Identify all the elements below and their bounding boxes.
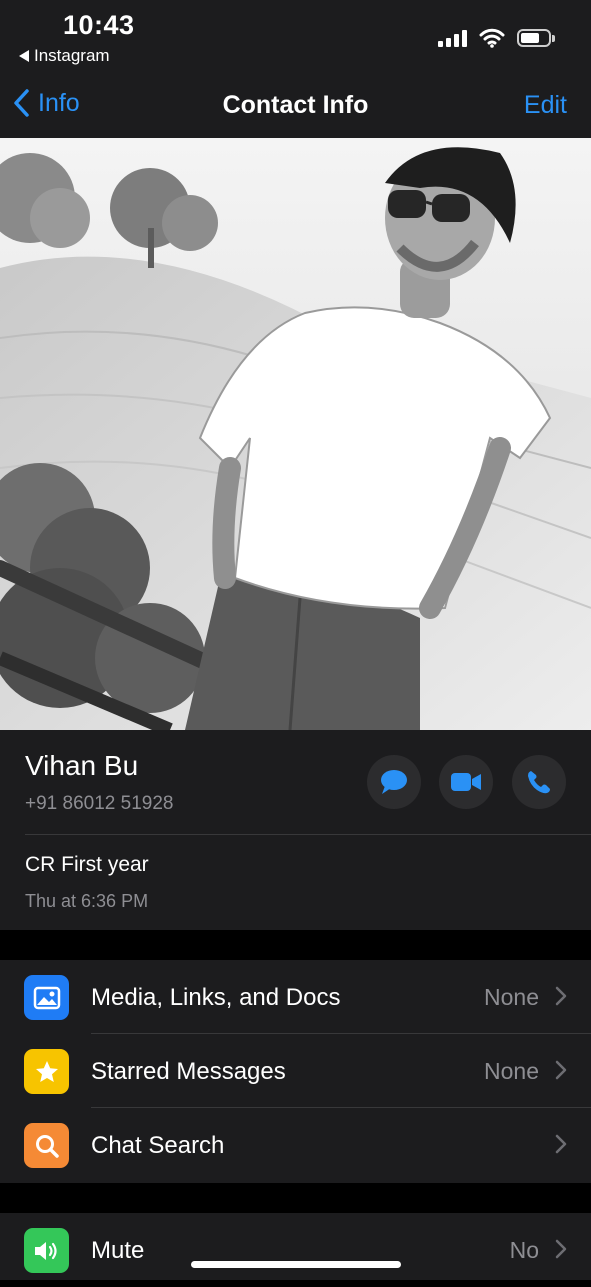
about-status: CR First year [25, 853, 149, 876]
profile-photo-image [0, 138, 591, 730]
message-icon [381, 770, 407, 794]
chevron-right-icon [555, 1060, 567, 1080]
media-links-docs-label: Media, Links, and Docs [91, 984, 341, 1011]
back-app-label: Instagram [34, 46, 110, 65]
video-call-button[interactable] [439, 755, 493, 809]
chat-search-row[interactable]: Chat Search [0, 1108, 591, 1182]
video-call-icon [451, 773, 481, 791]
star-icon [24, 1049, 69, 1094]
voice-call-icon [528, 771, 550, 794]
mute-value: No [509, 1237, 539, 1263]
profile-photo[interactable] [0, 138, 591, 730]
voice-call-button[interactable] [512, 755, 566, 809]
starred-messages-row[interactable]: Starred Messages None [0, 1034, 591, 1108]
status-time: 10:43 [63, 10, 135, 40]
contact-section: Vihan Bu +91 86012 51928 CR First year T… [0, 730, 591, 930]
message-button[interactable] [367, 755, 421, 809]
back-triangle-icon [19, 50, 29, 62]
page-title: Contact Info [222, 91, 369, 119]
notification-options-group: Mute No [0, 1213, 591, 1280]
battery-icon [517, 29, 555, 47]
status-bar: 10:43 Instagram [0, 0, 591, 70]
about-date: Thu at 6:36 PM [25, 891, 149, 911]
mute-row[interactable]: Mute No [0, 1213, 591, 1287]
chevron-right-icon [555, 1134, 567, 1154]
navigation-bar: Info Contact Info Edit [0, 70, 591, 138]
cellular-signal-icon [438, 29, 467, 47]
chevron-right-icon [555, 1239, 567, 1259]
status-icons [438, 28, 555, 48]
contact-phone[interactable]: +91 86012 51928 [25, 793, 173, 815]
media-links-docs-value: None [484, 984, 539, 1010]
divider [25, 834, 591, 835]
edit-button[interactable]: Edit [524, 91, 567, 120]
contact-name: Vihan Bu [25, 750, 139, 781]
chevron-right-icon [555, 986, 567, 1006]
photo-icon [24, 975, 69, 1020]
starred-messages-label: Starred Messages [91, 1058, 286, 1085]
chat-search-label: Chat Search [91, 1132, 225, 1159]
mute-label: Mute [91, 1237, 145, 1264]
search-icon [24, 1123, 69, 1168]
speaker-icon [24, 1228, 69, 1273]
media-links-docs-row[interactable]: Media, Links, and Docs None [0, 960, 591, 1034]
chat-options-group: Media, Links, and Docs None Starred Mess… [0, 960, 591, 1183]
wifi-icon [479, 28, 505, 48]
starred-messages-value: None [484, 1058, 539, 1084]
back-to-app-link[interactable]: Instagram [19, 46, 110, 66]
home-indicator[interactable] [191, 1261, 401, 1268]
